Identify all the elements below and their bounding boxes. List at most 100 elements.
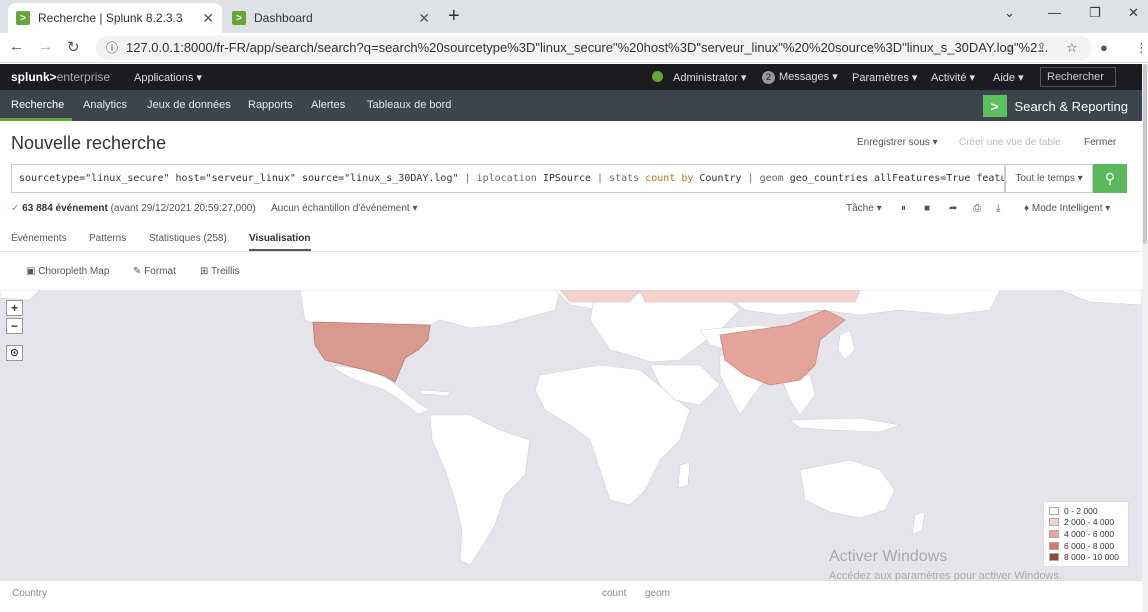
south-america-shape: [429, 414, 531, 566]
choropleth-map-button[interactable]: ▣ Choropleth Map: [26, 266, 109, 277]
canada-tint-shape: [559, 290, 641, 303]
browser-tab-recherche[interactable]: > Recherche | Splunk 8.2.3.3 ✕: [8, 3, 222, 33]
new-tab-icon[interactable]: +: [448, 5, 460, 28]
tab-patterns[interactable]: Patterns: [89, 233, 126, 244]
messages-menu[interactable]: 2 Messages ▾: [762, 70, 838, 84]
grid-icon: ⊞: [200, 266, 209, 277]
query-part: Country: [693, 173, 748, 184]
app-logo-icon: >: [982, 95, 1007, 117]
restore-icon[interactable]: ❐: [1089, 5, 1101, 21]
query-part: geo_countries allFeatures=True featureId…: [789, 173, 1005, 184]
print-icon[interactable]: ⎙: [973, 203, 981, 214]
save-as-button[interactable]: Enregistrer sous ▾: [857, 137, 938, 148]
query-command: stats: [609, 173, 640, 184]
search-mode-dropdown[interactable]: ♦ Mode Intelligent ▾: [1024, 203, 1110, 214]
minimize-icon[interactable]: —: [1048, 5, 1061, 20]
url-input[interactable]: ⓘ 127.0.0.1:8000/fr-FR/app/search/search…: [96, 36, 1092, 60]
app-title[interactable]: > Search & Reporting: [982, 95, 1128, 117]
splunk-favicon-icon: >: [16, 11, 30, 25]
share-icon[interactable]: ⇪: [1036, 40, 1047, 56]
nav-datasets[interactable]: Jeux de données: [147, 99, 231, 111]
settings-menu[interactable]: Paramètres ▾: [852, 71, 917, 84]
column-header-geom[interactable]: geom: [645, 588, 670, 599]
logo-sub: enterprise: [56, 70, 111, 84]
trellis-button[interactable]: ⊞ Treillis: [200, 266, 240, 277]
search-query-input[interactable]: sourcetype="linux_secure" host="serveur_…: [11, 164, 1005, 193]
format-label: Format: [144, 266, 176, 277]
search-button[interactable]: ⚲: [1093, 164, 1127, 193]
back-icon[interactable]: ←: [9, 38, 24, 55]
messages-label: Messages ▾: [779, 71, 838, 83]
search-icon: ⚲: [1104, 170, 1116, 186]
global-search-input[interactable]: Rechercher: [1040, 67, 1116, 87]
browser-tab-dashboard[interactable]: > Dashboard ✕: [224, 3, 438, 33]
nav-recherche[interactable]: Recherche: [11, 99, 64, 111]
zoom-out-button[interactable]: −: [6, 318, 23, 334]
tab-events[interactable]: Événements: [11, 233, 67, 244]
activity-menu[interactable]: Activité ▾: [931, 71, 975, 84]
star-icon[interactable]: ☆: [1066, 40, 1078, 56]
russia-wrap-shape: [0, 290, 41, 301]
sampling-dropdown[interactable]: Aucun échantillon d'événement ▾: [271, 203, 417, 214]
nav-dashboards[interactable]: Tableaux de bord: [367, 99, 451, 111]
browser-tab-bar: > Recherche | Splunk 8.2.3.3 ✕ > Dashboa…: [0, 0, 1148, 33]
scrollbar-thumb[interactable]: [1143, 64, 1147, 244]
nav-analytics[interactable]: Analytics: [83, 99, 127, 111]
column-header-country[interactable]: Country: [12, 588, 47, 599]
logo-main: splunk>: [11, 70, 57, 84]
zoom-in-button[interactable]: +: [6, 300, 23, 316]
forward-icon[interactable]: →: [38, 38, 53, 55]
query-pipe: |: [464, 173, 477, 184]
australia-shape: [799, 459, 896, 519]
legend-swatch: [1049, 518, 1059, 527]
new-zealand-shape: [911, 511, 926, 536]
chevron-down-icon[interactable]: ⌄: [1004, 5, 1015, 21]
query-command: geom: [759, 173, 784, 184]
apps-menu[interactable]: Applications ▾: [134, 71, 202, 84]
splunk-top-bar: splunk>enterprise Applications ▾ Adminis…: [0, 64, 1148, 90]
choropleth-map[interactable]: + − ⊙ 0 - 2 000 2 000 - 4 000 4 000 - 6 …: [0, 290, 1142, 580]
search-bar: sourcetype="linux_secure" host="serveur_…: [11, 164, 1127, 193]
close-icon[interactable]: ✕: [418, 10, 430, 27]
export-icon[interactable]: ⤓: [996, 203, 1000, 214]
column-header-count[interactable]: count: [602, 588, 626, 599]
url-text: 127.0.0.1:8000/fr-FR/app/search/search?q…: [126, 40, 1049, 55]
job-menu[interactable]: Tâche ▾: [846, 203, 882, 214]
share-icon[interactable]: ➦: [949, 203, 957, 214]
tab-visualisation[interactable]: Visualisation: [249, 233, 311, 251]
format-button[interactable]: ✎ Format: [133, 266, 176, 277]
legend-swatch: [1049, 506, 1059, 515]
user-menu[interactable]: Administrator ▾: [673, 71, 746, 84]
pencil-icon: ✎: [133, 266, 142, 277]
time-range-picker[interactable]: Tout le temps ▾: [1005, 164, 1093, 193]
check-icon: ✓: [11, 203, 20, 214]
pause-icon[interactable]: ⏸: [901, 203, 906, 214]
active-nav-indicator: [0, 118, 72, 121]
watermark-subtitle: Accédez aux paramètres pour activer Wind…: [829, 570, 1062, 582]
vis-type-label: Choropleth Map: [38, 266, 110, 277]
zoom-icon[interactable]: ⌕: [1006, 40, 1013, 56]
info-icon[interactable]: ⓘ: [106, 36, 118, 60]
menu-icon[interactable]: ⋮: [1135, 40, 1148, 56]
reset-view-button[interactable]: ⊙: [6, 345, 23, 361]
result-tabs: Événements Patterns Statistiques (258) V…: [0, 230, 1142, 252]
reload-icon[interactable]: ↻: [67, 38, 80, 56]
trellis-label: Treillis: [211, 266, 240, 277]
close-window-icon[interactable]: ✕: [1128, 5, 1139, 21]
legend-label: 0 - 2 000: [1064, 505, 1098, 516]
caribbean-shape: [419, 389, 451, 397]
query-part: sourcetype="linux_secure" host="serveur_…: [19, 173, 465, 184]
nav-reports[interactable]: Rapports: [248, 99, 293, 111]
create-table-view-button[interactable]: Créer une vue de table: [959, 137, 1061, 148]
profile-icon[interactable]: ●: [1100, 40, 1108, 55]
health-status-icon[interactable]: [652, 70, 663, 82]
close-button[interactable]: Fermer: [1084, 137, 1116, 148]
close-icon[interactable]: ✕: [202, 10, 214, 27]
stop-icon[interactable]: ■: [924, 203, 930, 214]
splunk-logo[interactable]: splunk>enterprise: [11, 70, 110, 84]
page-scrollbar[interactable]: [1142, 64, 1148, 612]
nav-alerts[interactable]: Alertes: [311, 99, 345, 111]
help-menu[interactable]: Aide ▾: [993, 71, 1024, 84]
tab-statistics[interactable]: Statistiques (258): [149, 233, 227, 244]
bulb-icon: ♦: [1024, 203, 1030, 214]
